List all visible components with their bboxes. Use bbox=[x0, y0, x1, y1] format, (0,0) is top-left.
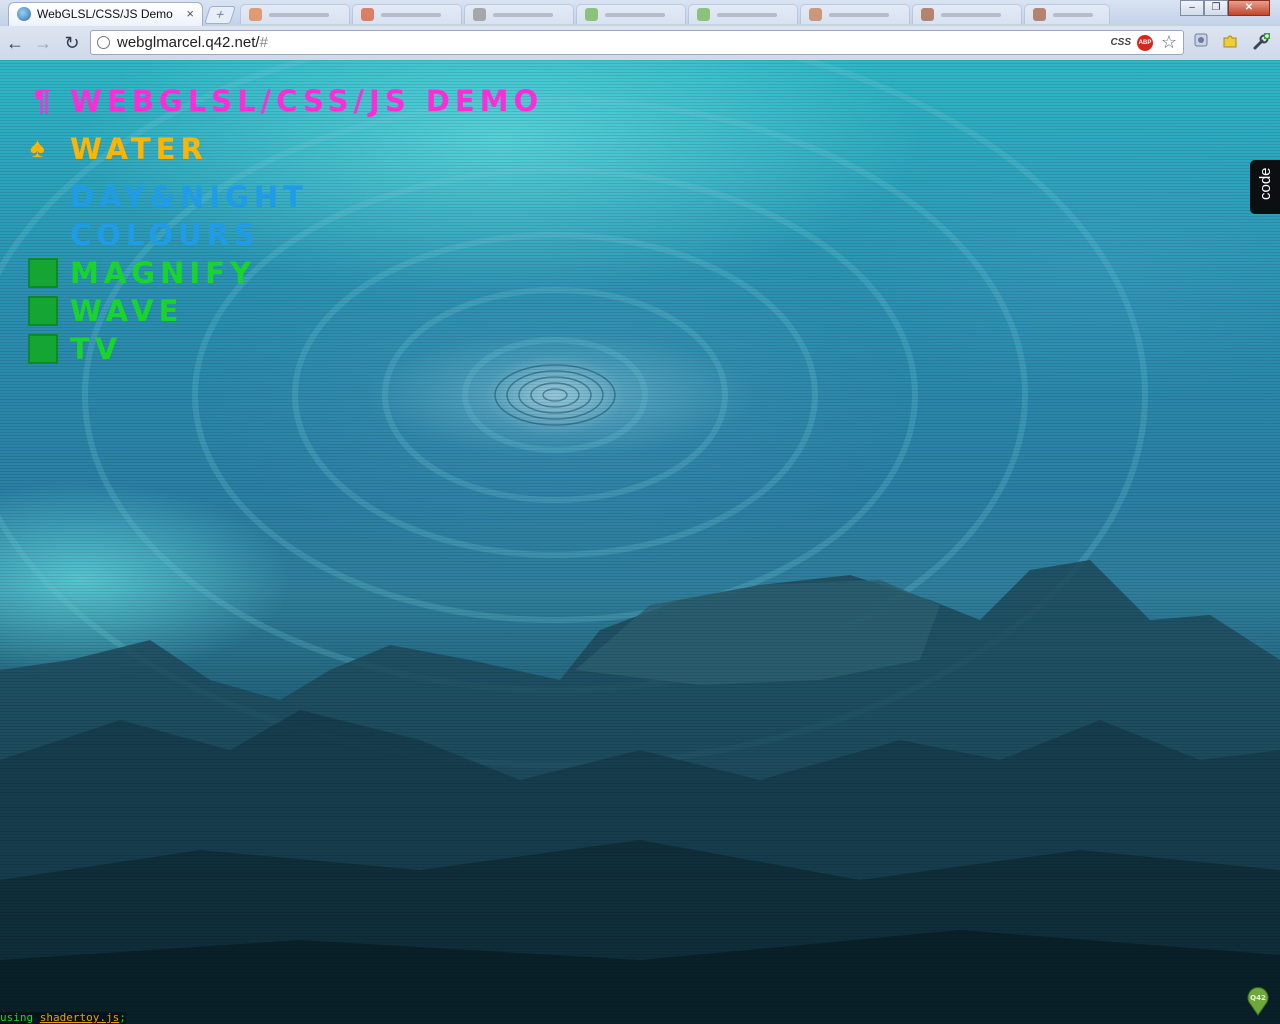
bookmark-star-icon[interactable]: ☆ bbox=[1161, 32, 1177, 52]
tab-favicon-icon bbox=[249, 8, 262, 21]
tab-favicon-icon bbox=[809, 8, 822, 21]
q42-logo-icon[interactable]: Q42 bbox=[1246, 986, 1270, 1016]
page-title[interactable]: WebGLSL/CSS/JS Demo bbox=[70, 84, 543, 118]
tab-favicon-icon bbox=[697, 8, 710, 21]
extension-puzzle-icon[interactable] bbox=[1220, 32, 1240, 52]
wave-checkbox[interactable] bbox=[28, 296, 58, 326]
menu-item-magnify[interactable]: Magnify bbox=[70, 256, 256, 290]
background-tab[interactable] bbox=[1024, 4, 1110, 24]
browser-toolbar: ← → ↻ webglmarcel.q42.net/# CSS ABP ☆ bbox=[0, 26, 1280, 60]
menu-item-tv[interactable]: TV bbox=[70, 332, 122, 366]
back-button[interactable]: ← bbox=[4, 33, 26, 53]
forward-button[interactable]: → bbox=[32, 33, 54, 53]
menu-item-colours[interactable]: Colours bbox=[70, 218, 260, 252]
tab-title: WebGLSL/CSS/JS Demo bbox=[37, 7, 173, 21]
tab-close-icon[interactable]: × bbox=[186, 3, 194, 25]
page-info-icon[interactable] bbox=[97, 36, 110, 49]
svg-text:Q42: Q42 bbox=[1250, 994, 1266, 1002]
tab-webglsl-demo[interactable]: WebGLSL/CSS/JS Demo × bbox=[8, 2, 203, 26]
extension-icon[interactable] bbox=[1191, 32, 1211, 52]
new-tab-button[interactable]: + bbox=[204, 6, 236, 24]
close-window-button[interactable]: ✕ bbox=[1228, 0, 1270, 16]
restore-button[interactable]: ❐ bbox=[1204, 0, 1228, 16]
background-tab[interactable] bbox=[576, 4, 686, 24]
shadertoy-link[interactable]: shadertoy.js bbox=[40, 1011, 119, 1024]
css-extension-icon[interactable]: CSS bbox=[1110, 31, 1131, 54]
window-controls: – ❐ ✕ bbox=[1180, 0, 1270, 16]
pilcrow-icon: ¶ bbox=[34, 84, 51, 117]
tv-checkbox[interactable] bbox=[28, 334, 58, 364]
globe-icon bbox=[17, 7, 31, 21]
reload-button[interactable]: ↻ bbox=[61, 33, 83, 53]
minimize-button[interactable]: – bbox=[1180, 0, 1204, 16]
webgl-canvas[interactable]: ¶ WebGLSL/CSS/JS Demo ♠ Water Day&Night … bbox=[0, 60, 1280, 1024]
code-tab-label: code bbox=[1257, 167, 1274, 200]
browser-chrome: WebGLSL/CSS/JS Demo × + – ❐ ✕ ← → ↻ webg… bbox=[0, 0, 1280, 60]
adblock-icon[interactable]: ABP bbox=[1137, 35, 1153, 51]
menu-item-wave[interactable]: Wave bbox=[70, 294, 183, 328]
tab-favicon-icon bbox=[585, 8, 598, 21]
background-tab[interactable] bbox=[464, 4, 574, 24]
tab-favicon-icon bbox=[921, 8, 934, 21]
menu-item-day-night[interactable]: Day&Night bbox=[70, 180, 308, 214]
tab-strip: WebGLSL/CSS/JS Demo × + – ❐ ✕ bbox=[0, 0, 1280, 26]
background-tab[interactable] bbox=[800, 4, 910, 24]
background-tab[interactable] bbox=[240, 4, 350, 24]
background-tab[interactable] bbox=[688, 4, 798, 24]
tab-favicon-icon bbox=[473, 8, 486, 21]
address-bar[interactable]: webglmarcel.q42.net/# CSS ABP ☆ bbox=[90, 30, 1184, 55]
tab-favicon-icon bbox=[361, 8, 374, 21]
background-tab[interactable] bbox=[352, 4, 462, 24]
menu-item-water[interactable]: Water bbox=[70, 132, 208, 166]
footer-credit: using shadertoy.js; bbox=[0, 1011, 126, 1024]
url-text[interactable]: webglmarcel.q42.net/# bbox=[117, 31, 268, 54]
wrench-menu-icon[interactable] bbox=[1251, 32, 1271, 52]
code-tab[interactable]: code bbox=[1250, 160, 1280, 214]
spade-icon: ♠ bbox=[30, 132, 45, 163]
magnify-checkbox[interactable] bbox=[28, 258, 58, 288]
background-tab[interactable] bbox=[912, 4, 1022, 24]
tab-favicon-icon bbox=[1033, 8, 1046, 21]
